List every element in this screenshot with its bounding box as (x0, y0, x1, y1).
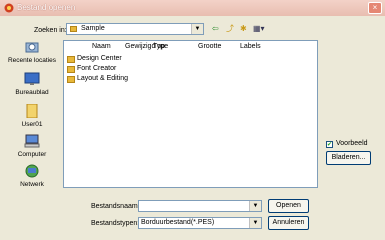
folder-icon (67, 56, 75, 63)
filename-label: Bestandsnaam: (91, 203, 140, 210)
chevron-down-icon[interactable]: ▼ (249, 201, 261, 211)
user-folder-icon (26, 104, 38, 118)
network-icon (25, 164, 39, 178)
preview-label: Voorbeeld (336, 140, 368, 147)
app-icon (4, 3, 14, 13)
recent-places-icon (25, 42, 39, 53)
column-header-name[interactable]: Naam (92, 43, 111, 50)
desktop-icon (24, 72, 40, 85)
item-name: Layout & Editing (77, 75, 128, 82)
chevron-down-icon[interactable]: ▼ (191, 24, 203, 34)
new-folder-icon[interactable]: ✱ (240, 24, 247, 34)
browse-button[interactable]: Bladeren... (326, 151, 371, 165)
look-in-label: Zoeken in: (34, 27, 67, 34)
preview-checkbox[interactable]: ✔ (326, 141, 333, 148)
filetype-label: Bestandstypen: (91, 220, 140, 227)
place-label: User01 (21, 121, 43, 128)
folder-icon (70, 26, 77, 32)
up-folder-icon[interactable]: ⤴ (226, 24, 234, 34)
place-network[interactable]: Netwerk (5, 164, 59, 200)
chevron-down-icon[interactable]: ▼ (249, 218, 261, 228)
back-icon[interactable]: ⇦ (212, 24, 219, 34)
filename-field[interactable]: ▼ (138, 200, 262, 212)
place-label: Bureaublad (15, 89, 49, 96)
close-button[interactable]: × (368, 2, 382, 14)
view-menu-icon[interactable]: ▦▾ (253, 24, 265, 34)
place-label: Recente locaties (7, 57, 57, 64)
places-bar: Recente locaties Bureaublad User01 Compu… (5, 40, 59, 230)
filetype-dropdown[interactable]: Borduurbestand(*.PES) ▼ (138, 217, 262, 229)
look-in-dropdown[interactable]: Sample ▼ (66, 23, 204, 35)
column-header-labels[interactable]: Labels (240, 43, 261, 50)
open-file-dialog: Bestand openen × Zoeken in: Sample ▼ ⇦ ⤴… (0, 0, 385, 240)
place-recent[interactable]: Recente locaties (5, 40, 59, 76)
column-header-type[interactable]: Type (153, 43, 168, 50)
filetype-value: Borduurbestand(*.PES) (141, 219, 215, 226)
open-button[interactable]: Openen (268, 199, 309, 213)
item-name: Font Creator (77, 65, 117, 72)
place-label: Computer (17, 151, 47, 158)
folder-icon (67, 76, 75, 83)
file-list[interactable]: Naam Gewijzigd op Type Grootte Labels De… (63, 40, 318, 188)
window-title: Bestand openen (17, 3, 76, 12)
place-label: Netwerk (20, 181, 44, 188)
title-bar[interactable]: Bestand openen × (0, 0, 385, 16)
place-desktop[interactable]: Bureaublad (5, 72, 59, 108)
folder-icon (67, 66, 75, 73)
cancel-button[interactable]: Annuleren (268, 216, 309, 230)
column-header-size[interactable]: Grootte (198, 43, 221, 50)
item-name: Design Center (77, 55, 122, 62)
look-in-value: Sample (81, 25, 105, 32)
computer-icon (24, 134, 40, 148)
